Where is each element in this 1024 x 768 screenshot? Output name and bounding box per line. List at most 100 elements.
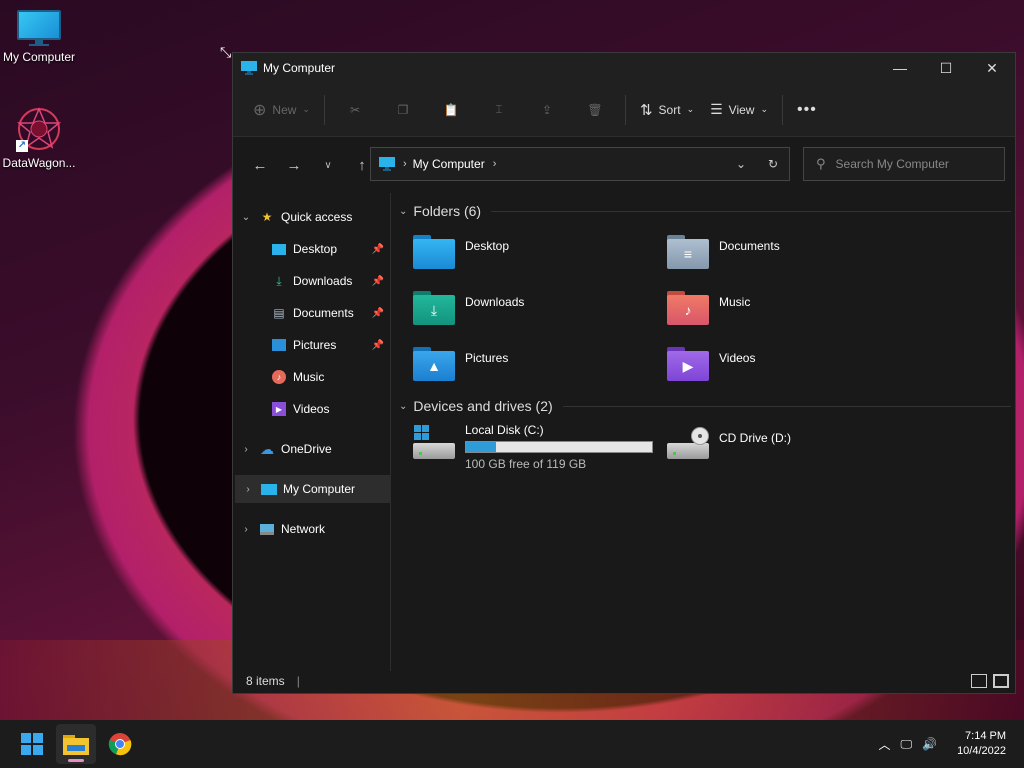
sidebar-item-onedrive[interactable]: › ☁ OneDrive — [233, 435, 388, 463]
sidebar-item-music[interactable]: ♪ Music — [233, 363, 388, 391]
cloud-icon: ☁ — [260, 440, 274, 457]
show-hidden-icons-button[interactable]: ︿ — [879, 736, 891, 753]
chevron-right-icon: › — [403, 158, 407, 170]
search-input[interactable]: ⚲ Search My Computer — [803, 147, 1005, 181]
details-view-button[interactable] — [971, 674, 987, 688]
picture-folder-icon: ▲ — [413, 345, 457, 381]
sidebar-item-label: My Computer — [283, 482, 356, 496]
forward-button[interactable]: → — [277, 149, 311, 181]
folder-videos[interactable]: ▶ Videos — [667, 345, 907, 391]
refresh-button[interactable]: ↻ — [757, 157, 789, 171]
drive-local-disk-c[interactable]: Local Disk (C:) 100 GB free of 119 GB — [413, 423, 653, 471]
breadcrumb[interactable]: My Computer — [413, 157, 485, 171]
chevron-down-icon: ⌄ — [735, 157, 747, 171]
address-history-button[interactable]: ⌄ — [725, 157, 757, 171]
share-button[interactable]: ⇪ — [523, 94, 571, 126]
star-icon: ★ — [261, 210, 273, 224]
divider — [562, 405, 1011, 407]
desktop-icon-my-computer[interactable]: My Computer — [0, 10, 78, 64]
chevron-down-icon: ⌄ — [302, 104, 310, 114]
folder-desktop[interactable]: Desktop — [413, 233, 653, 279]
folder-music[interactable]: ♪ Music — [667, 289, 907, 335]
rename-icon: ⌶ — [495, 102, 503, 116]
divider — [491, 210, 1011, 212]
monitor-icon — [379, 157, 395, 171]
clock[interactable]: 7:14 PM 10/4/2022 — [957, 729, 1006, 759]
chevron-right-icon[interactable]: › — [233, 444, 259, 455]
folder-documents[interactable]: ≡ Documents — [667, 233, 907, 279]
copy-button[interactable]: ❐ — [379, 94, 427, 126]
desktop-icon-datawagon[interactable]: ↗ DataWagon... — [0, 106, 78, 170]
document-icon: ▤ — [273, 306, 285, 320]
taskbar-chrome[interactable] — [100, 724, 140, 764]
chevron-down-icon: ∨ — [324, 159, 332, 171]
folder-name: Music — [719, 295, 751, 309]
sidebar-item-quick-access[interactable]: ⌄ ★ Quick access — [233, 203, 388, 231]
folder-downloads[interactable]: ⤓ Downloads — [413, 289, 653, 335]
clock-time: 7:14 PM — [965, 730, 1006, 742]
address-bar[interactable]: › My Computer › ⌄ ↻ — [370, 147, 790, 181]
folder-name: Pictures — [465, 351, 509, 365]
chevron-down-icon[interactable]: ⌄ — [233, 212, 259, 223]
paste-icon: 📋 — [443, 102, 459, 117]
explorer-window: My Computer — ☐ ✕ ⊕ New ⌄ ✂ ❐ 📋 ⌶ ⇪ 🗑 ⇅ … — [232, 52, 1016, 694]
desktop-icon-label: DataWagon... — [2, 156, 76, 170]
recent-locations-button[interactable]: ∨ — [311, 149, 345, 181]
sidebar-item-label: Downloads — [293, 274, 353, 288]
sidebar-item-desktop[interactable]: Desktop 📌 — [233, 235, 388, 263]
maximize-button[interactable]: ☐ — [923, 53, 969, 83]
large-icons-view-button[interactable] — [993, 674, 1009, 688]
cut-button[interactable]: ✂ — [331, 94, 379, 126]
sidebar-item-label: Pictures — [293, 338, 337, 352]
content-pane: ⌄ Folders (6) Desktop ≡ Documents ⤓ Down… — [393, 193, 1015, 671]
status-bar: 8 items | — [233, 669, 1015, 693]
title-bar[interactable]: My Computer — ☐ ✕ — [233, 53, 1015, 83]
taskbar-file-explorer[interactable] — [56, 724, 96, 764]
view-button[interactable]: ☰ View ⌄ — [702, 94, 776, 126]
new-button[interactable]: ⊕ New ⌄ — [245, 94, 318, 126]
section-title: Folders (6) — [413, 203, 482, 219]
more-options-button[interactable]: ••• — [789, 94, 825, 126]
chevron-down-icon: ⌄ — [686, 104, 695, 114]
sort-button[interactable]: ⇅ Sort ⌄ — [632, 94, 702, 126]
drive-usage-fill — [466, 442, 496, 452]
video-folder-icon: ▶ — [667, 345, 711, 381]
arrow-left-icon: ← — [252, 156, 268, 174]
windows-logo-icon — [21, 733, 43, 755]
folders-section-header[interactable]: ⌄ Folders (6) — [399, 203, 1011, 219]
desktop-icon-label: My Computer — [2, 50, 76, 64]
chevron-right-icon[interactable]: › — [233, 524, 259, 535]
system-tray: ︿ 🖵 🔊 7:14 PM 10/4/2022 — [879, 729, 1024, 759]
sidebar-item-downloads[interactable]: ⤓ Downloads 📌 — [233, 267, 388, 295]
network-status-button[interactable]: 🖵 — [901, 737, 913, 752]
volume-button[interactable]: 🔊 — [922, 737, 937, 751]
chrome-icon — [108, 733, 132, 756]
active-indicator — [68, 759, 84, 762]
sidebar-item-pictures[interactable]: Pictures 📌 — [233, 331, 388, 359]
sidebar-item-videos[interactable]: ▶ Videos — [233, 395, 388, 423]
monitor-icon — [17, 10, 61, 46]
status-divider: | — [296, 674, 300, 688]
close-button[interactable]: ✕ — [969, 53, 1015, 83]
start-button[interactable] — [12, 724, 52, 764]
drive-usage-bar — [465, 441, 653, 453]
chevron-right-icon[interactable]: › — [493, 158, 497, 170]
sidebar-item-my-computer[interactable]: › My Computer — [235, 475, 390, 503]
drives-section-header[interactable]: ⌄ Devices and drives (2) — [399, 398, 1011, 414]
music-icon: ♪ — [271, 369, 287, 385]
delete-button[interactable]: 🗑 — [571, 94, 619, 126]
rename-button[interactable]: ⌶ — [475, 94, 523, 126]
toolbar-divider — [624, 94, 626, 125]
sidebar-item-label: Videos — [293, 402, 330, 416]
sidebar-item-network[interactable]: › Network — [233, 515, 388, 543]
resize-cursor-icon: ⤡ — [220, 44, 232, 60]
back-button[interactable]: ← — [243, 149, 277, 181]
minimize-button[interactable]: — — [877, 53, 923, 83]
paste-button[interactable]: 📋 — [427, 94, 475, 126]
chevron-right-icon[interactable]: › — [235, 484, 261, 495]
sidebar-item-documents[interactable]: ▤ Documents 📌 — [233, 299, 388, 327]
folder-pictures[interactable]: ▲ Pictures — [413, 345, 653, 391]
folder-name: Desktop — [465, 239, 510, 253]
new-button-label: New — [272, 102, 297, 117]
drive-cd-d[interactable]: CD Drive (D:) — [667, 423, 791, 459]
